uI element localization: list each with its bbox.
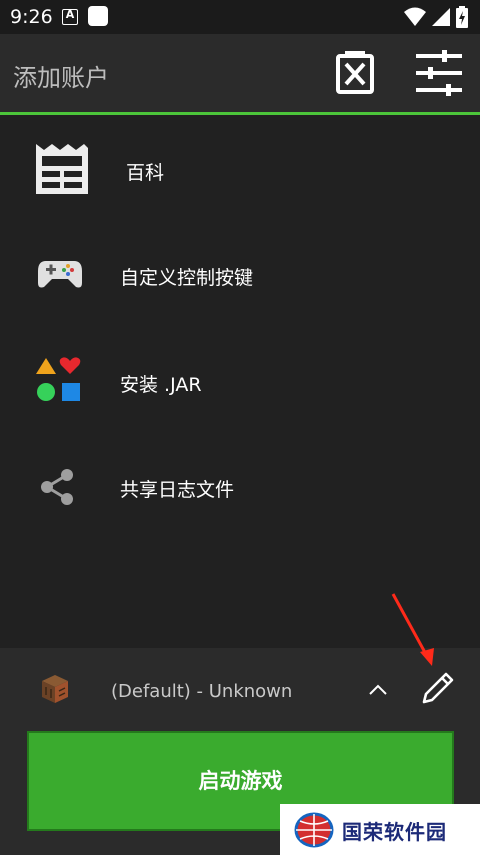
menu-item-label: 共享日志文件	[120, 479, 235, 501]
red-arrow-annotation-icon	[391, 593, 434, 666]
status-time: 9:26	[10, 6, 53, 28]
chevron-up-icon[interactable]	[368, 684, 388, 696]
globe-logo-icon	[294, 812, 334, 848]
wiki-icon	[36, 144, 88, 194]
profile-name: (Default) - Unknown	[111, 681, 293, 702]
menu-item-custom-controls[interactable]: 自定义控制按键	[0, 225, 480, 325]
menu-item-label: 百科	[126, 162, 165, 184]
status-bar: 9:26 A	[0, 0, 480, 34]
battery-icon	[456, 6, 468, 28]
delete-account-button[interactable]	[328, 46, 382, 100]
notification-a-icon: A	[62, 8, 78, 25]
shapes-icon	[36, 357, 81, 401]
wifi-icon	[403, 7, 426, 26]
edit-profile-pencil-icon[interactable]	[420, 670, 456, 706]
profile-selector[interactable]: (Default) - Unknown	[0, 648, 400, 728]
menu-item-share-logs[interactable]: 共享日志文件	[0, 435, 480, 535]
toolbar-title[interactable]: 添加账户	[13, 58, 109, 93]
toolbar-accent-line	[0, 112, 480, 115]
menu-item-wiki[interactable]: 百科	[0, 120, 480, 220]
delete-box-icon	[336, 51, 374, 94]
menu-item-label: 安装 .JAR	[120, 374, 202, 396]
settings-button[interactable]	[412, 46, 466, 100]
notification-square-icon	[88, 6, 108, 26]
status-icons	[403, 6, 468, 28]
crafting-table-icon	[42, 675, 68, 703]
launch-button-label: 启动游戏	[198, 769, 283, 793]
gamepad-icon	[38, 261, 82, 288]
share-icon	[41, 469, 73, 505]
top-toolbar: 添加账户	[0, 34, 480, 112]
watermark: 国荣软件园	[280, 804, 480, 855]
signal-icon	[431, 8, 450, 26]
watermark-text: 国荣软件园	[342, 820, 447, 844]
sliders-icon	[416, 50, 462, 96]
menu-item-install-jar[interactable]: 安装 .JAR	[0, 330, 480, 430]
menu-item-label: 自定义控制按键	[120, 267, 254, 289]
